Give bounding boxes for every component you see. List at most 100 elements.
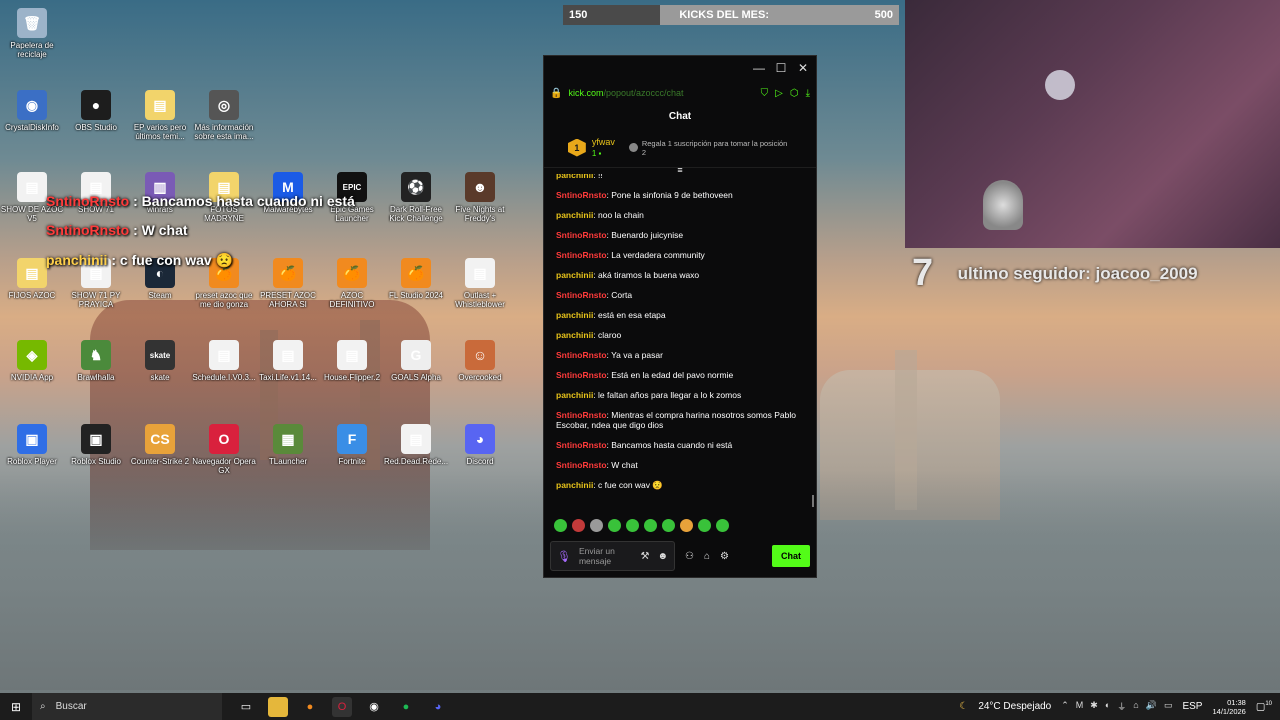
desktop-icon-image: ▤: [401, 424, 431, 454]
desktop-icon-label: Overcooked: [458, 373, 502, 382]
extensions-icon[interactable]: ⬡: [790, 88, 799, 99]
bluetooth-icon[interactable]: ✱: [1090, 700, 1098, 713]
chat-username[interactable]: SntinoRnsto: [556, 410, 607, 420]
desktop-icon[interactable]: ▤ Schedule.I.V0.3...: [192, 340, 256, 382]
desktop-icon[interactable]: ▣ Roblox Studio: [64, 424, 128, 466]
chat-username[interactable]: panchinii: [556, 174, 593, 180]
chat-username[interactable]: SntinoRnsto: [556, 460, 607, 470]
desktop-icon[interactable]: O Navegador Opera GX: [192, 424, 256, 475]
desktop-icon[interactable]: G GOALS Alpha: [384, 340, 448, 382]
desktop-icon[interactable]: ⚽ Dark Roll-Free Kick Challenge: [384, 172, 448, 223]
gift-sub-prompt[interactable]: Regala 1 suscripción para tomar la posic…: [628, 139, 792, 157]
desktop-icon[interactable]: ◕ Discord: [448, 424, 512, 466]
store-icon[interactable]: ⌂: [704, 551, 710, 562]
desktop-icon[interactable]: ▤ Red.Dead.Rede...: [384, 424, 448, 466]
chat-username[interactable]: panchinii: [556, 330, 593, 340]
desktop-icon[interactable]: 🍊 PRESET AZOC AHORA SI: [256, 258, 320, 309]
desktop-icon[interactable]: 🍊 FL Studio 2024: [384, 258, 448, 300]
chat-username[interactable]: SntinoRnsto: [556, 350, 607, 360]
microphone-icon[interactable]: 🎙: [557, 550, 571, 563]
spotify-icon[interactable]: ●: [396, 697, 416, 717]
chat-message-list[interactable]: panchinii: !! SntinoRnsto: Pone la sinfon…: [544, 174, 816, 515]
chat-scrollbar[interactable]: [812, 495, 814, 507]
clock[interactable]: 01:38 14/1/2026: [1212, 698, 1245, 716]
close-icon[interactable]: ✕: [796, 61, 810, 75]
chat-username[interactable]: panchinii: [556, 480, 593, 490]
emote-icon[interactable]: [590, 518, 603, 532]
language-indicator[interactable]: ESP: [1182, 701, 1202, 712]
desktop-icon[interactable]: ♞ Brawlhalla: [64, 340, 128, 382]
opera-gx-icon[interactable]: O: [332, 696, 352, 717]
taskbar-search[interactable]: ⌕ Buscar: [32, 693, 222, 720]
obs-icon[interactable]: ◉: [364, 697, 384, 717]
weather-text[interactable]: 24°C Despejado: [978, 701, 1051, 712]
desktop-icon[interactable]: ▤ House.Flipper.2: [320, 340, 384, 382]
emote-icon[interactable]: [716, 518, 729, 532]
desktop-icon[interactable]: ▤ Outlast + Whistleblower: [448, 258, 512, 309]
task-view-icon[interactable]: ▭: [236, 697, 256, 717]
chat-username[interactable]: panchinii: [556, 310, 593, 320]
chat-username[interactable]: SntinoRnsto: [556, 440, 607, 450]
desktop-icon[interactable]: CS Counter-Strike 2: [128, 424, 192, 466]
desktop-icon[interactable]: ◎ Más información sobre esta ima...: [192, 90, 256, 141]
steam-tray-icon[interactable]: ◐: [1105, 700, 1110, 713]
download-icon[interactable]: ⤓: [806, 88, 810, 99]
desktop-icon[interactable]: ▣ Roblox Player: [0, 424, 64, 466]
desktop-icon[interactable]: ● OBS Studio: [64, 90, 128, 132]
emote-icon[interactable]: [680, 518, 693, 532]
play-icon[interactable]: ▷: [775, 88, 783, 99]
emote-icon[interactable]: [626, 518, 639, 532]
volume-icon[interactable]: 🔊: [1146, 700, 1157, 713]
chat-text: está en esa etapa: [598, 310, 666, 320]
kicks-icon[interactable]: ⚇: [685, 551, 694, 562]
malwarebytes-tray-icon[interactable]: M: [1076, 700, 1084, 713]
settings-icon[interactable]: ⚙: [720, 551, 729, 562]
emoji-icon[interactable]: ☻: [657, 551, 668, 562]
discord-icon[interactable]: ◕: [428, 697, 448, 717]
minimize-icon[interactable]: —: [752, 61, 766, 75]
desktop-icon[interactable]: ▤ Taxi.Life.v1.14...: [256, 340, 320, 382]
emote-icon[interactable]: [608, 518, 621, 532]
chat-text: La verdadera community: [611, 250, 705, 260]
chat-username[interactable]: SntinoRnsto: [556, 230, 607, 240]
battery-icon[interactable]: ▭: [1164, 700, 1173, 713]
desktop-icon[interactable]: ☻ Five Nights at Freddy's: [448, 172, 512, 223]
network-icon[interactable]: ⌂: [1133, 700, 1138, 713]
chat-username[interactable]: SntinoRnsto: [556, 370, 607, 380]
chat-username[interactable]: panchinii: [556, 390, 593, 400]
desktop-icon[interactable]: ▦ TLauncher: [256, 424, 320, 466]
send-chat-button[interactable]: Chat: [772, 545, 810, 567]
desktop-icon[interactable]: 🍊 AZOC DEFINITIVO: [320, 258, 384, 309]
chevron-up-icon[interactable]: ⌃: [1061, 700, 1069, 713]
magic-wand-icon[interactable]: ⚒: [641, 551, 650, 562]
emote-icon[interactable]: [572, 518, 585, 532]
desktop-icon[interactable]: ◈ NVIDIA App: [0, 340, 64, 382]
address-bar[interactable]: 🔒 kick.com/popout/azoccc/chat ⛉ ▷ ⬡ ⤓: [544, 80, 816, 106]
emote-icon[interactable]: [698, 518, 711, 532]
emote-bar: [544, 515, 816, 535]
maximize-icon[interactable]: ☐: [774, 61, 788, 75]
shield-icon[interactable]: ⛉: [761, 88, 769, 99]
file-explorer-icon[interactable]: [268, 696, 288, 717]
chat-username[interactable]: SntinoRnsto: [556, 190, 607, 200]
usb-icon[interactable]: ⏚: [1117, 700, 1126, 713]
chat-input[interactable]: 🎙 Enviar un mensaje ⚒ ☻: [550, 541, 675, 571]
desktop-icon[interactable]: ☺ Overcooked: [448, 340, 512, 382]
chat-username[interactable]: panchinii: [556, 270, 593, 280]
emote-icon[interactable]: [644, 518, 657, 532]
desktop-icon[interactable]: 🗑 Papelera de reciclaje: [0, 8, 64, 59]
desktop-icon-label: PRESET AZOC AHORA SI: [260, 291, 316, 309]
fl-studio-icon[interactable]: ●: [300, 697, 320, 717]
emote-icon[interactable]: [554, 518, 567, 532]
desktop-icon[interactable]: skate skate: [128, 340, 192, 382]
chat-username[interactable]: panchinii: [556, 210, 593, 220]
desktop-icon[interactable]: ◉ CrystalDiskInfo: [0, 90, 64, 132]
chat-username[interactable]: SntinoRnsto: [556, 290, 607, 300]
desktop-icon[interactable]: F Fortnite: [320, 424, 384, 466]
notifications-icon[interactable]: ▢10: [1256, 701, 1272, 712]
top-sub-user[interactable]: yfwav 1 ▪: [592, 137, 615, 159]
chat-username[interactable]: SntinoRnsto: [556, 250, 607, 260]
emote-icon[interactable]: [662, 518, 675, 532]
windows-start-icon[interactable]: ⊞: [0, 700, 32, 714]
desktop-icon[interactable]: ▤ EP varios pero últimos temi...: [128, 90, 192, 141]
